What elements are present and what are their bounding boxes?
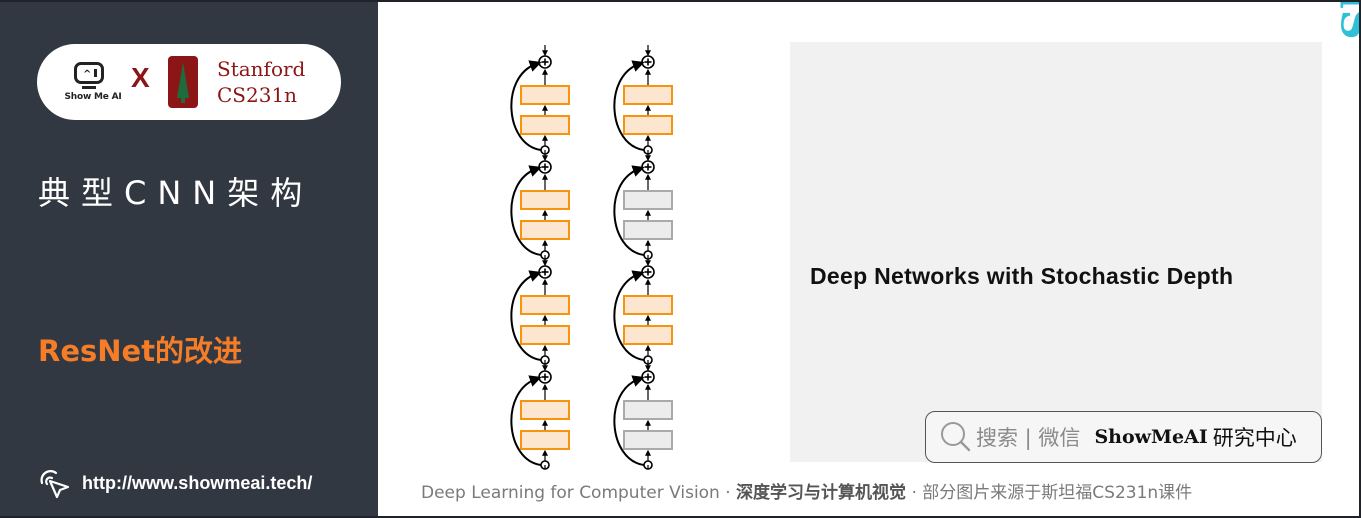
- course-title: 典型CNN架构: [38, 174, 314, 212]
- dropped-layer: [623, 220, 673, 240]
- section-title: ResNet的改进: [38, 334, 243, 368]
- active-layer: [520, 85, 570, 105]
- skip-connection: [613, 60, 645, 151]
- sidebar: ^ Show Me AI X Stanford CS231n 典型CNN架构 R…: [0, 0, 378, 518]
- search-box[interactable]: 搜索 | 微信 ShowMeAI 研究中心: [925, 411, 1322, 463]
- showmeai-logo: ^ Show Me AI: [60, 62, 126, 106]
- collab-cross: X: [131, 62, 150, 93]
- cursor-click-icon: [40, 470, 70, 499]
- search-hint: 搜索 | 微信: [976, 426, 1081, 450]
- stanford-tree-icon: [168, 56, 198, 108]
- footer: Deep Learning for Computer Vision · 深度学习…: [421, 478, 1192, 503]
- active-layer: [520, 430, 570, 450]
- panel-title: Deep Networks with Stochastic Depth: [810, 263, 1234, 289]
- skip-connection: [613, 165, 645, 256]
- footer-course-cn: 深度学习与计算机视觉: [736, 483, 907, 503]
- showmeai-watermark: ShowMeAI: [1290, 0, 1361, 276]
- dropped-layer: [623, 190, 673, 210]
- active-layer: [623, 85, 673, 105]
- search-brand: ShowMeAI: [1094, 426, 1208, 448]
- active-layer: [520, 325, 570, 345]
- dropped-layer: [623, 430, 673, 450]
- search-center-label: 研究中心: [1212, 426, 1297, 450]
- footer-credit: 部分图片来源于斯坦福CS231n课件: [922, 483, 1193, 503]
- active-layer: [520, 115, 570, 135]
- skip-connection: [613, 270, 645, 361]
- footer-separator: ·: [719, 483, 737, 503]
- active-layer: [520, 295, 570, 315]
- showmeai-logo-text: Show Me AI: [64, 92, 122, 102]
- website-link[interactable]: http://www.showmeai.tech/: [36, 467, 312, 499]
- website-url[interactable]: http://www.showmeai.tech/: [82, 473, 312, 494]
- active-layer: [623, 295, 673, 315]
- search-icon: [941, 422, 971, 452]
- stanford-name: Stanford: [217, 57, 306, 81]
- footer-separator: ·: [906, 483, 923, 503]
- stochastic-depth-diagram: [510, 45, 673, 470]
- active-layer: [623, 325, 673, 345]
- active-layer: [520, 400, 570, 420]
- active-layer: [520, 220, 570, 240]
- stanford-label: Stanford CS231n: [217, 56, 305, 108]
- skip-connection: [510, 60, 542, 151]
- showmeai-monitor-icon: ^: [74, 62, 104, 84]
- course-code: CS231n: [217, 83, 298, 107]
- skip-connection: [613, 375, 645, 466]
- footer-course-en: Deep Learning for Computer Vision: [421, 483, 720, 503]
- skip-connection: [510, 165, 542, 256]
- dropped-layer: [623, 400, 673, 420]
- skip-connection: [510, 375, 542, 466]
- active-layer: [520, 190, 570, 210]
- logo-banner: ^ Show Me AI X Stanford CS231n: [37, 44, 341, 120]
- skip-connection: [510, 270, 542, 361]
- active-layer: [623, 115, 673, 135]
- content-panel: [790, 42, 1322, 462]
